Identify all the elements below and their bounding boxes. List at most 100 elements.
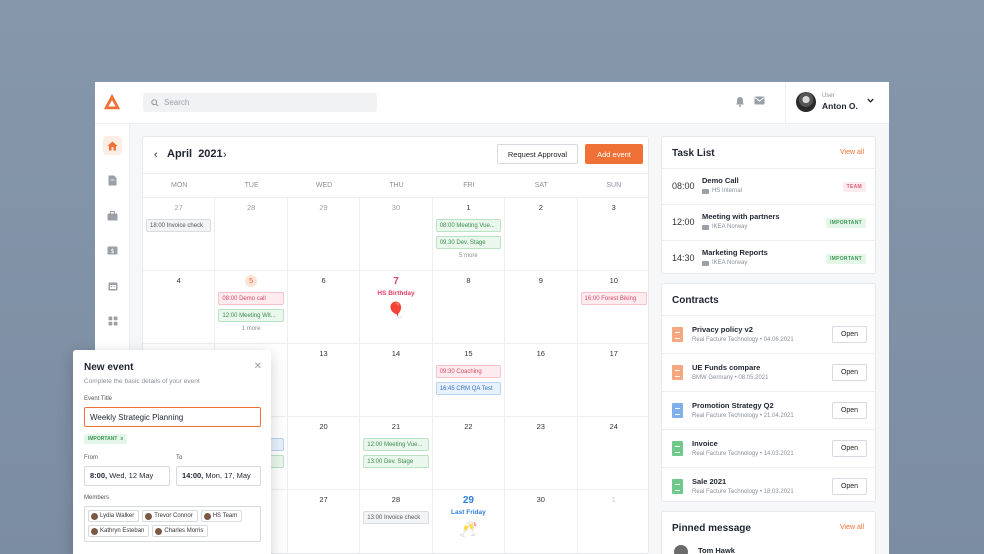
dollar-icon: $	[107, 246, 118, 255]
open-contract-button[interactable]: Open	[832, 478, 867, 495]
calendar-day-cell[interactable]: 3	[577, 198, 648, 271]
calendar-day-cell[interactable]: 16	[505, 344, 578, 417]
sidebar-item-briefcase[interactable]	[103, 206, 122, 225]
open-contract-button[interactable]: Open	[832, 326, 867, 343]
calendar-day-cell[interactable]: 29	[287, 198, 361, 271]
calendar-day-cell[interactable]: 7 HS Birthday 🎈	[360, 271, 433, 344]
sidebar-item-documents[interactable]	[103, 171, 122, 190]
day-number: 21	[391, 422, 401, 431]
calendar-day-cell[interactable]: 29 Last Friday 🥂	[433, 490, 506, 553]
next-month-icon[interactable]: ›	[223, 149, 227, 161]
request-approval-button[interactable]: Request Approval	[497, 144, 578, 164]
calendar-event[interactable]: 08:00 Demo call	[218, 292, 284, 305]
member-chip[interactable]: Kathryn Esteban	[88, 525, 150, 537]
open-contract-button[interactable]: Open	[832, 402, 867, 419]
task-badge: IMPORTANT	[825, 254, 866, 264]
calendar-day-cell[interactable]: 5 08:00 Demo call 12:00 Meeting Wit... 1 mo…	[215, 271, 288, 344]
avatar	[91, 512, 98, 520]
day-number: 8	[466, 276, 471, 285]
calendar-event[interactable]: 08:00 Meeting Vue...	[435, 219, 502, 232]
weekday-header: MON TUE WED THU FRI SAT SUN	[143, 173, 648, 198]
search-input[interactable]	[164, 98, 364, 107]
calendar-event[interactable]: 13:00 Invoice check	[363, 511, 429, 524]
contracts-title: Contracts	[672, 295, 719, 306]
day-number: 3	[611, 203, 616, 212]
sidebar-item-home[interactable]	[103, 136, 122, 155]
event-title-input[interactable]	[84, 407, 261, 427]
bell-icon[interactable]	[735, 96, 745, 107]
calendar-day-cell[interactable]: 28 13:00 Invoice check	[360, 490, 433, 553]
calendar-day-cell[interactable]: 20	[287, 417, 361, 490]
calendar-day-cell[interactable]: 24	[577, 417, 648, 490]
calendar-day-cell[interactable]: 13	[287, 344, 361, 417]
sidebar-item-apps[interactable]	[103, 311, 122, 330]
holiday-label: Last Friday	[451, 509, 486, 516]
to-date-field[interactable]: 14:00, Mon, 17, May	[176, 466, 261, 486]
more-events-link[interactable]: 5 more	[433, 253, 504, 259]
search-bar[interactable]	[143, 93, 377, 112]
calendar-day-cell[interactable]: 15 09:30 Coaching 16:45 CRM QA Test	[432, 344, 506, 417]
calendar-day-cell[interactable]: 6	[287, 271, 361, 344]
task-org-label: IKEA Norway	[712, 224, 748, 230]
member-name: HS Team	[212, 513, 238, 519]
close-icon[interactable]: ✕	[254, 361, 262, 372]
task-row[interactable]: 12:00 Meeting with partners IKEA Norway IMP…	[662, 204, 875, 240]
pinned-view-all-link[interactable]: View all	[840, 524, 864, 531]
calendar-event[interactable]: 09.30 Dev. Stage	[435, 236, 502, 249]
task-row[interactable]: 14:30 Marketing Reports IKEA Norway IMPORTA…	[662, 240, 875, 273]
from-date-field[interactable]: 8:00, Wed, 12 May	[84, 466, 170, 486]
calendar-day-cell[interactable]: 23	[505, 417, 578, 490]
sidebar-item-billing[interactable]: $	[103, 241, 122, 260]
contract-name: UE Funds compare	[692, 363, 761, 372]
calendar-day-cell[interactable]: 28	[215, 198, 288, 271]
sidebar-item-calendar[interactable]	[103, 276, 122, 295]
member-chip[interactable]: HS Team	[200, 510, 243, 522]
more-events-link[interactable]: 1 more	[215, 326, 286, 332]
user-avatar[interactable]	[796, 92, 816, 112]
calendar-day-cell[interactable]: 21 12:00 Meeting Vue... 13:00 Dev. Stage	[360, 417, 433, 490]
calendar-day-cell[interactable]: 9	[505, 271, 578, 344]
calendar-day-cell[interactable]: 10 16:00 Forest Biking	[577, 271, 648, 344]
task-badge: TEAM	[842, 182, 866, 192]
calendar-event[interactable]: 16:00 Forest Biking	[580, 292, 647, 305]
day-number: 13	[319, 349, 328, 358]
calendar-day-cell[interactable]: 27 18:00 Invoice check	[143, 198, 216, 271]
contract-name: Privacy policy v2	[692, 325, 753, 334]
member-chip[interactable]: Trevor Connor	[142, 510, 198, 522]
calendar-day-cell[interactable]: 1 08:00 Meeting Vue... 09.30 Dev. Stage 5 m…	[432, 198, 506, 271]
chevron-down-icon[interactable]	[866, 96, 875, 105]
task-list-title: Task List	[672, 148, 715, 159]
calendar-event[interactable]: 16:45 CRM QA Test	[435, 382, 502, 395]
calendar-event[interactable]: 09:30 Coaching	[435, 365, 502, 378]
mail-icon[interactable]	[754, 96, 765, 105]
prev-month-icon[interactable]: ‹	[154, 149, 158, 161]
member-chip[interactable]: Charles Morris	[152, 525, 209, 537]
modal-subtitle: Complete the basic details of your event	[84, 378, 200, 385]
calendar-event[interactable]: 12:00 Meeting Wit...	[218, 309, 284, 322]
calendar-event[interactable]: 12:00 Meeting Vue...	[363, 438, 429, 451]
calendar-day-cell[interactable]: 14	[360, 344, 433, 417]
calendar-event[interactable]: 18:00 Invoice check	[146, 219, 212, 232]
calendar-day-cell[interactable]: 30	[360, 198, 433, 271]
calendar-day-cell[interactable]: 27	[288, 490, 361, 553]
open-contract-button[interactable]: Open	[832, 364, 867, 381]
add-event-button[interactable]: Add event	[585, 144, 643, 164]
open-contract-button[interactable]: Open	[832, 440, 867, 457]
avatar	[674, 545, 688, 554]
calendar-day-cell[interactable]: 2	[505, 198, 578, 271]
grid-icon	[108, 316, 117, 325]
calendar-day-cell[interactable]: 8	[432, 271, 506, 344]
calendar-day-cell[interactable]: 1	[578, 490, 648, 553]
calendar-day-cell[interactable]: 30	[505, 490, 578, 553]
members-field[interactable]: Lydia Walker Trevor Connor HS Team Kathryn …	[84, 506, 261, 542]
calendar-day-cell[interactable]: 22	[432, 417, 506, 490]
member-chip[interactable]: Lydia Walker	[88, 510, 140, 522]
task-row[interactable]: 08:00 Demo Call HS Internal TEAM	[662, 168, 875, 204]
calendar-day-cell[interactable]: 4	[143, 271, 216, 344]
calendar-event[interactable]: 13:00 Dev. Stage	[363, 455, 429, 468]
calendar-day-cell[interactable]: 17	[577, 344, 648, 417]
tag-remove-icon[interactable]: x	[120, 434, 123, 444]
task-list-view-all-link[interactable]: View all	[840, 149, 864, 156]
contract-meta: Real Facture Technology • 21.04.2021	[692, 413, 794, 419]
day-number: 15	[464, 349, 473, 358]
